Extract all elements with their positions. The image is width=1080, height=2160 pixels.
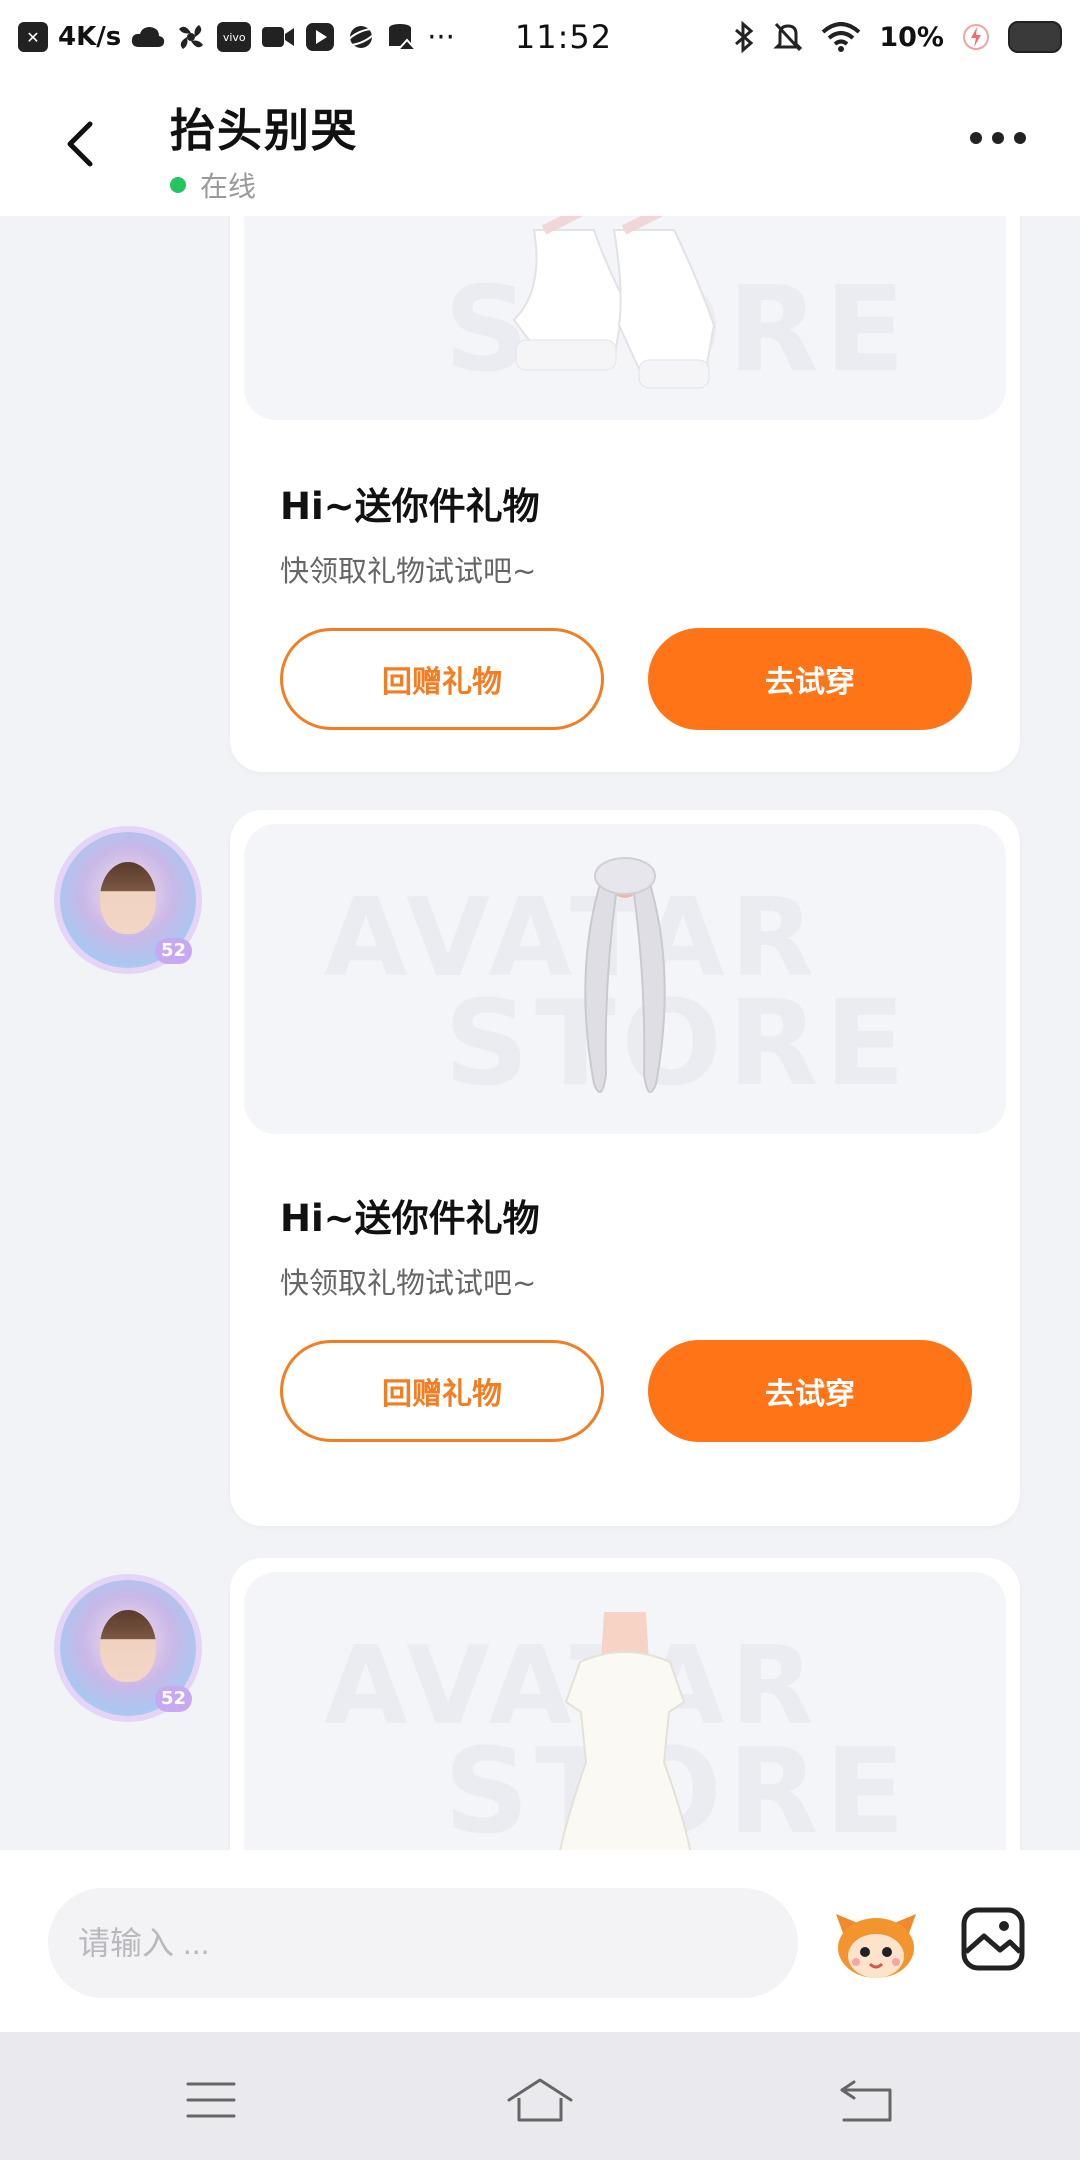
avatar-badge: 52 <box>154 938 192 964</box>
more-dot-icon <box>970 132 982 144</box>
try-on-button[interactable]: 去试穿 <box>648 628 972 730</box>
chevron-left-icon <box>67 121 93 167</box>
return-arrow-icon <box>840 2080 892 2122</box>
status-left: ✕ 4K/s vivo ··· 11:52 <box>18 18 612 56</box>
gift-subtitle: 快领取礼物试试吧~ <box>280 1266 537 1300</box>
more-dot-icon <box>1014 132 1026 144</box>
gift-hair-image <box>584 857 666 1093</box>
close-box-icon: ✕ <box>18 22 48 52</box>
avatar-photo <box>100 862 156 934</box>
video-icon <box>261 24 295 50</box>
chat-header: 抬头别哭 在线 <box>0 74 1080 216</box>
system-nav-bar <box>0 2032 1080 2160</box>
online-status: 在线 <box>170 165 358 205</box>
gift-preview-image[interactable]: STORE <box>244 216 1006 420</box>
menu-icon <box>186 2082 236 2118</box>
return-gift-button[interactable]: 回赠礼物 <box>280 628 604 730</box>
gift-message-card: AVATAR STORE Hi~送你件礼物 快领取礼物试试吧~ 回赠礼物 去试穿 <box>230 810 1020 1526</box>
clock: 11:52 <box>514 18 613 56</box>
image-picker-button[interactable] <box>960 1906 1026 1972</box>
avatar-badge: 52 <box>154 1686 192 1712</box>
home-button[interactable] <box>505 2076 575 2126</box>
planet-icon <box>345 21 377 53</box>
gift-shoes-image <box>512 216 716 389</box>
more-dots-icon: ··· <box>427 20 455 54</box>
mascot-face-icon <box>836 1914 916 1978</box>
vivo-icon: vivo <box>217 22 252 52</box>
back-button[interactable] <box>54 114 114 174</box>
play-icon <box>305 22 335 52</box>
mute-bell-icon <box>773 21 803 53</box>
return-gift-button[interactable]: 回赠礼物 <box>280 1340 604 1442</box>
gift-subtitle: 快领取礼物试试吧~ <box>280 554 537 588</box>
storage-icon <box>387 22 418 52</box>
fan-icon <box>175 21 207 53</box>
battery-percent: 10% <box>879 21 944 53</box>
gift-preview-image[interactable]: AVATAR STORE <box>244 1572 1006 1850</box>
chat-screen: ✕ 4K/s vivo ··· 11:52 10% 抬头别哭 在线 Hi~送你件… <box>0 0 1080 2160</box>
chat-title: 抬头别哭 <box>170 104 359 157</box>
battery-icon <box>1008 21 1062 53</box>
cloud-icon <box>131 25 165 49</box>
more-dot-icon <box>992 132 1004 144</box>
try-on-button[interactable]: 去试穿 <box>648 1340 972 1442</box>
online-status-text: 在线 <box>200 170 257 203</box>
gift-title: Hi~送你件礼物 <box>280 485 540 528</box>
more-options-button[interactable] <box>970 132 1026 144</box>
status-bar: ✕ 4K/s vivo ··· 11:52 10% <box>0 0 1080 74</box>
composer-bar <box>0 1850 1080 2032</box>
mascot-emoji-button[interactable] <box>832 1906 920 1982</box>
avatar-photo <box>100 1610 156 1682</box>
recent-apps-button[interactable] <box>176 2076 246 2126</box>
bluetooth-icon <box>733 21 755 53</box>
gift-dress-image <box>559 1612 692 1850</box>
status-right: 10% <box>733 21 1062 53</box>
gift-message-card: AVATAR STORE <box>230 1558 1020 1850</box>
charging-icon <box>962 23 990 51</box>
sender-avatar[interactable]: 52 <box>60 832 196 968</box>
image-icon <box>961 1907 1025 1971</box>
wifi-icon <box>821 22 861 52</box>
title-block: 抬头别哭 在线 <box>170 94 358 205</box>
gift-title: Hi~送你件礼物 <box>280 1197 540 1240</box>
gift-message-card: STORE Hi~送你件礼物 快领取礼物试试吧~ 回赠礼物 去试穿 <box>230 216 1020 772</box>
message-input[interactable] <box>48 1888 798 1998</box>
back-nav-button[interactable] <box>832 2076 902 2126</box>
network-speed: 4K/s <box>58 22 122 52</box>
gift-preview-image[interactable]: AVATAR STORE <box>244 824 1006 1134</box>
sender-avatar[interactable]: 52 <box>60 1580 196 1716</box>
home-icon <box>507 2078 573 2122</box>
message-list[interactable]: STORE Hi~送你件礼物 快领取礼物试试吧~ 回赠礼物 去试穿 52 AVA… <box>0 216 1080 1850</box>
online-dot-icon <box>170 177 186 193</box>
